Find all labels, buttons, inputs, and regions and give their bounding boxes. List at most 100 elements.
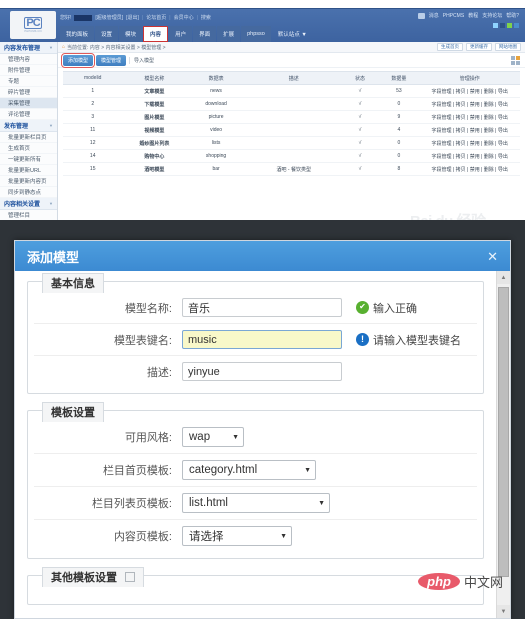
sidebar-item-attachment[interactable]: 附件管理 xyxy=(0,65,57,76)
search-link[interactable]: 搜索 xyxy=(201,14,211,21)
cell-model-name: 婚纱图片列表 xyxy=(122,136,187,150)
chevron-down-icon: ▼ xyxy=(318,499,325,507)
username-redacted xyxy=(74,14,93,21)
cell-description xyxy=(245,149,342,163)
chevron-down-icon[interactable]: ▼ xyxy=(49,45,53,50)
generate-home-button[interactable]: 生成首页 xyxy=(437,43,463,51)
sidebar-item-batch-category[interactable]: 批量更新栏目页 xyxy=(0,132,57,143)
main-nav-tabs: 我的面板 设置 模块 内容 用户 界面 扩展 phpsso 默认站点 ▼ xyxy=(60,26,313,42)
nav-tab-settings[interactable]: 设置 xyxy=(95,26,119,42)
sidebar-group-content-settings[interactable]: 内容相关设置 ▼ xyxy=(0,198,57,210)
cell-data-table: download xyxy=(186,97,246,111)
sidebar-item-manage-content[interactable]: 管理内容 xyxy=(0,54,57,65)
sidebar-item-fragment[interactable]: 碎片管理 xyxy=(0,87,57,98)
table-row[interactable]: 1 文章模型 news √ 53 字段管理 | 拷贝 | 禁用 | 删除 | 导… xyxy=(63,84,520,98)
swatch-icon-4[interactable] xyxy=(514,23,519,28)
table-row[interactable]: 2 下载模型 download √ 0 字段管理 | 拷贝 | 禁用 | 删除 … xyxy=(63,97,520,111)
table-row[interactable]: 12 婚纱图片列表 lists √ 0 字段管理 | 拷贝 | 禁用 | 删除 … xyxy=(63,136,520,150)
scroll-down-icon[interactable]: ▼ xyxy=(497,605,510,618)
forum-home-link[interactable]: 论坛首页 xyxy=(146,14,166,21)
sidebar-item-gen-home[interactable]: 生成首页 xyxy=(0,143,57,154)
template-settings-fieldset: 模板设置 可用风格: wap ▼ 栏目首页模板: category.html ▼… xyxy=(27,402,484,559)
style-select[interactable]: wap ▼ xyxy=(182,427,244,447)
list-template-select[interactable]: list.html ▼ xyxy=(182,493,330,513)
home-icon[interactable]: ⌂ xyxy=(62,44,65,50)
table-header-row: modelid 模型名称 数据表 描述 状态 数据量 管理操作 xyxy=(63,71,520,85)
table-row[interactable]: 14 购物中心 shopping √ 0 字段管理 | 拷贝 | 禁用 | 删除… xyxy=(63,149,520,163)
model-manage-button[interactable]: 模型管理 xyxy=(96,54,127,66)
chevron-down-icon[interactable]: ▼ xyxy=(49,201,53,206)
cell-actions[interactable]: 字段管理 | 拷贝 | 禁用 | 删除 | 导出 xyxy=(419,149,520,163)
nav-tab-content[interactable]: 内容 xyxy=(143,26,169,42)
cell-data-count: 0 xyxy=(378,97,420,111)
table-row[interactable]: 15 酒吧模型 bar 酒吧 - 餐饮类型 √ 8 字段管理 | 拷贝 | 禁用… xyxy=(63,162,520,176)
description-input[interactable]: yinyue xyxy=(182,362,342,381)
swatch-icon-3[interactable] xyxy=(507,23,512,28)
category-template-select[interactable]: category.html ▼ xyxy=(182,460,316,480)
cell-actions[interactable]: 字段管理 | 拷贝 | 禁用 | 删除 | 导出 xyxy=(419,84,520,98)
import-model-link[interactable]: 导入模型 xyxy=(129,56,154,64)
table-row[interactable]: 11 视频模型 video √ 4 字段管理 | 拷贝 | 禁用 | 删除 | … xyxy=(63,123,520,137)
model-name-input[interactable]: 音乐 xyxy=(182,298,342,317)
model-table-body: 1 文章模型 news √ 53 字段管理 | 拷贝 | 禁用 | 删除 | 导… xyxy=(63,84,520,176)
chevron-down-icon[interactable]: ▼ xyxy=(49,123,53,128)
swatch-icon-2[interactable] xyxy=(500,23,505,28)
logout-link[interactable]: [退出] xyxy=(126,14,139,21)
close-icon[interactable]: ✕ xyxy=(487,250,498,263)
scrollbar-thumb[interactable] xyxy=(498,287,509,577)
dialog-scrollbar[interactable]: ▲ ▼ xyxy=(496,271,510,618)
nav-tab-users[interactable]: 用户 xyxy=(169,26,193,42)
check-circle-icon xyxy=(356,300,369,314)
cell-actions[interactable]: 字段管理 | 拷贝 | 禁用 | 删除 | 导出 xyxy=(419,123,520,137)
phpcms-logo[interactable]: PC PHPCMS.CN xyxy=(10,11,56,39)
phpcms-link[interactable]: PHPCMS xyxy=(443,13,464,19)
nav-tab-modules[interactable]: 模块 xyxy=(119,26,143,42)
sidebar-item-update-all[interactable]: 一键更新所有 xyxy=(0,154,57,165)
support-forum-link[interactable]: 支持论坛 xyxy=(482,12,502,19)
nav-tab-extensions[interactable]: 扩展 xyxy=(217,26,241,42)
cell-actions[interactable]: 字段管理 | 拷贝 | 禁用 | 删除 | 导出 xyxy=(419,136,520,150)
cell-description xyxy=(245,110,342,124)
nav-tab-phpsso[interactable]: phpsso xyxy=(241,26,271,42)
sidebar-item-sync-static[interactable]: 同步到静态点 xyxy=(0,187,57,198)
cell-data-table: shopping xyxy=(186,149,246,163)
site-selector[interactable]: 默认站点 ▼ xyxy=(272,26,313,42)
cell-actions[interactable]: 字段管理 | 拷贝 | 禁用 | 删除 | 导出 xyxy=(419,110,520,124)
table-key-input[interactable]: music xyxy=(182,330,342,349)
cell-actions[interactable]: 字段管理 | 拷贝 | 禁用 | 删除 | 导出 xyxy=(419,97,520,111)
table-key-hint: 请输入模型表键名 xyxy=(356,332,461,348)
cell-data-count: 4 xyxy=(378,123,420,137)
header-color-swatches xyxy=(493,23,519,28)
sidebar-item-special[interactable]: 专题 xyxy=(0,76,57,87)
swatch-icon-1[interactable] xyxy=(493,23,498,28)
scroll-up-icon[interactable]: ▲ xyxy=(497,271,510,284)
sitemap-button[interactable]: 网站地图 xyxy=(495,43,521,51)
table-row[interactable]: 3 图片模型 picture √ 9 字段管理 | 拷贝 | 禁用 | 删除 |… xyxy=(63,110,520,124)
help-link[interactable]: 帮助? xyxy=(506,12,519,19)
content-template-select[interactable]: 请选择 ▼ xyxy=(182,526,292,546)
update-cache-button[interactable]: 更新缓存 xyxy=(466,43,492,51)
sidebar-group-content-publish[interactable]: 内容发布管理 ▼ xyxy=(0,42,57,54)
cell-actions[interactable]: 字段管理 | 拷贝 | 禁用 | 删除 | 导出 xyxy=(419,162,520,176)
sidebar-item-collection[interactable]: 采集管理 xyxy=(0,98,57,109)
message-link[interactable]: 消息 xyxy=(429,12,439,19)
view-toggle-icon[interactable] xyxy=(511,55,520,65)
other-settings-checkbox[interactable] xyxy=(125,572,136,582)
dialog-title: 添加模型 xyxy=(27,249,80,265)
sidebar-item-batch-content[interactable]: 批量更新内容页 xyxy=(0,176,57,187)
cell-data-count: 53 xyxy=(378,84,420,98)
nav-tab-panel[interactable]: 我的面板 xyxy=(60,26,95,42)
cell-status: √ xyxy=(341,162,379,176)
cell-description xyxy=(245,84,342,98)
sidebar-group-publish[interactable]: 发布管理 ▼ xyxy=(0,120,57,132)
php-watermark: php 中文网 xyxy=(418,572,503,591)
tutorial-link[interactable]: 教程 xyxy=(468,12,478,19)
sidebar-item-comment[interactable]: 评论管理 xyxy=(0,109,57,120)
cell-status: √ xyxy=(341,97,379,111)
member-center-link[interactable]: 会员中心 xyxy=(174,14,194,21)
content-template-label: 内容页模板: xyxy=(113,531,172,543)
message-icon[interactable] xyxy=(417,12,425,19)
nav-tab-interface[interactable]: 界面 xyxy=(193,26,217,42)
sidebar-item-batch-url[interactable]: 批量更新URL xyxy=(0,165,57,176)
add-model-button[interactable]: 添加模型 xyxy=(60,52,96,68)
